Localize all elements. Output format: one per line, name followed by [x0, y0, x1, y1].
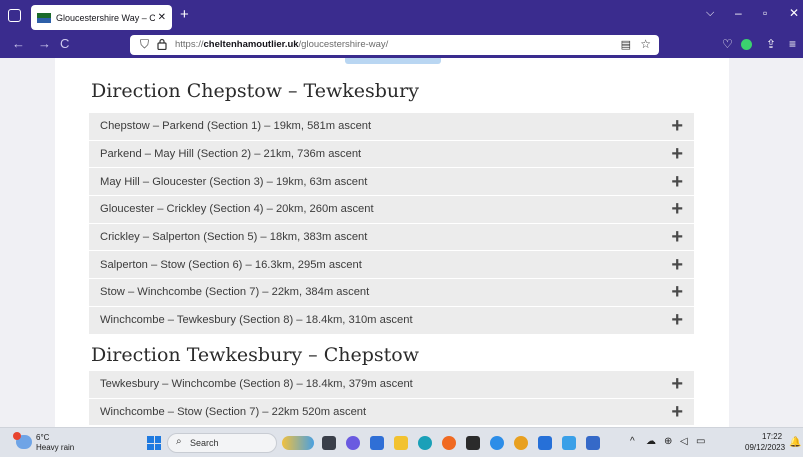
- plus-icon[interactable]: +: [671, 116, 683, 136]
- store-icon[interactable]: [538, 436, 552, 450]
- accordion-item[interactable]: Gloucester – Crickley (Section 4) – 20km…: [89, 196, 694, 224]
- windows-start-icon[interactable]: [147, 436, 161, 450]
- accordion-item-label: Winchcombe – Tewkesbury (Section 8) – 18…: [100, 314, 413, 327]
- share-icon[interactable]: ⇪: [766, 37, 776, 51]
- search-highlight-icon[interactable]: [282, 436, 314, 450]
- plus-icon[interactable]: +: [671, 227, 683, 247]
- file-explorer-icon[interactable]: [394, 436, 408, 450]
- plus-icon[interactable]: +: [671, 255, 683, 275]
- close-window-button[interactable]: ✕: [789, 6, 799, 20]
- search-label: Search: [190, 438, 219, 448]
- site-favicon-icon: [37, 12, 51, 23]
- accordion-item-label: Tewkesbury – Winchcombe (Section 8) – 18…: [100, 378, 413, 391]
- weather-alert-badge: [13, 432, 21, 440]
- chrome-icon[interactable]: [514, 436, 528, 450]
- accordion-item-label: Chepstow – Parkend (Section 1) – 19km, 5…: [100, 120, 372, 133]
- address-bar[interactable]: ⛉ https://cheltenhamoutlier.uk/glouceste…: [130, 35, 659, 55]
- accordion-item[interactable]: Chepstow – Parkend (Section 1) – 19km, 5…: [89, 113, 694, 141]
- plus-icon[interactable]: +: [671, 144, 683, 164]
- lock-icon[interactable]: [157, 38, 167, 50]
- accordion-item-label: Gloucester – Crickley (Section 4) – 20km…: [100, 203, 374, 216]
- page-content: Direction Chepstow – Tewkesbury Chepstow…: [55, 58, 729, 427]
- widgets-icon[interactable]: [370, 436, 384, 450]
- accordion-item[interactable]: Parkend – May Hill (Section 2) – 21km, 7…: [89, 140, 694, 169]
- plus-icon[interactable]: +: [671, 172, 683, 192]
- document-app-icon[interactable]: [562, 436, 576, 450]
- page-viewport: Direction Chepstow – Tewkesbury Chepstow…: [0, 58, 803, 427]
- app-menu-icon[interactable]: ≡: [789, 37, 796, 51]
- tab-overview-icon[interactable]: [8, 9, 21, 22]
- tab-close-icon[interactable]: ✕: [158, 12, 166, 23]
- accordion-item[interactable]: Winchcombe – Tewkesbury (Section 8) – 18…: [89, 306, 694, 335]
- app-icon-blue[interactable]: [490, 436, 504, 450]
- pocket-icon[interactable]: ♡: [722, 37, 733, 51]
- reader-view-icon[interactable]: ▤: [621, 38, 631, 51]
- plus-icon[interactable]: +: [671, 199, 683, 219]
- accordion-item-label: Crickley – Salperton (Section 5) – 18km,…: [100, 231, 368, 244]
- taskbar: 6°C Heavy rain ⌕ Search ^ ☁ ⊕ ◁ ▭ 17:22 …: [0, 427, 803, 457]
- weather-temperature[interactable]: 6°C: [36, 433, 49, 442]
- firefox-icon[interactable]: [442, 436, 456, 450]
- extension-icon[interactable]: [741, 39, 752, 50]
- maximize-button[interactable]: ▫: [763, 6, 767, 20]
- accordion-chepstow-tewkesbury: Chepstow – Parkend (Section 1) – 19km, 5…: [89, 113, 694, 335]
- accordion-item-label: Salperton – Stow (Section 6) – 16.3km, 2…: [100, 258, 362, 271]
- section-heading: Direction Chepstow – Tewkesbury: [91, 80, 419, 102]
- new-tab-button[interactable]: +: [180, 6, 189, 23]
- forward-arrow-icon[interactable]: →: [38, 36, 51, 51]
- bookmark-star-icon[interactable]: ☆: [640, 37, 651, 51]
- plus-icon[interactable]: +: [671, 402, 683, 422]
- battery-icon[interactable]: ▭: [696, 436, 705, 447]
- accordion-item-label: May Hill – Gloucester (Section 3) – 19km…: [100, 175, 368, 188]
- reload-icon[interactable]: C: [60, 36, 69, 51]
- teams-chat-icon[interactable]: [346, 436, 360, 450]
- top-button-partial[interactable]: [345, 58, 441, 64]
- tab-bar: Gloucestershire Way – Cheltenham Outlier…: [0, 0, 803, 32]
- accordion-item[interactable]: Crickley – Salperton (Section 5) – 18km,…: [89, 223, 694, 252]
- accordion-item[interactable]: May Hill – Gloucester (Section 3) – 19km…: [89, 168, 694, 197]
- taskbar-search-box[interactable]: ⌕ Search: [167, 433, 277, 453]
- clock-time[interactable]: 17:22: [762, 432, 782, 441]
- language-globe-icon[interactable]: ⊕: [664, 436, 672, 447]
- accordion-item-label: Stow – Winchcombe (Section 7) – 22km, 38…: [100, 286, 370, 299]
- notepad-icon[interactable]: [466, 436, 480, 450]
- list-all-tabs-icon[interactable]: ⌵: [706, 7, 714, 20]
- accordion-item[interactable]: Salperton – Stow (Section 6) – 16.3km, 2…: [89, 251, 694, 280]
- tray-overflow-chevron-icon[interactable]: ^: [630, 436, 635, 447]
- plus-icon[interactable]: +: [671, 282, 683, 302]
- plus-icon[interactable]: +: [671, 310, 683, 330]
- accordion-item[interactable]: Winchcombe – Stow (Section 7) – 22km 520…: [89, 398, 694, 427]
- task-view-icon[interactable]: [322, 436, 336, 450]
- navigation-bar: ← → C ⛉ https://cheltenhamoutlier.uk/glo…: [0, 32, 803, 58]
- volume-icon[interactable]: ◁: [680, 436, 688, 447]
- weather-condition[interactable]: Heavy rain: [36, 443, 74, 452]
- minimize-button[interactable]: –: [735, 6, 742, 20]
- tab-active[interactable]: Gloucestershire Way – Cheltenham Outlier…: [31, 5, 172, 30]
- search-icon: ⌕: [176, 436, 182, 447]
- edge-browser-icon[interactable]: [418, 436, 432, 450]
- accordion-item-label: Parkend – May Hill (Section 2) – 21km, 7…: [100, 148, 362, 161]
- tracking-shield-icon[interactable]: ⛉: [140, 37, 149, 52]
- back-arrow-icon[interactable]: ←: [12, 36, 25, 51]
- clock-date[interactable]: 09/12/2023: [745, 443, 785, 452]
- tab-title: Gloucestershire Way – Cheltenham Outlier: [56, 12, 155, 23]
- notification-bell-icon[interactable]: 🔔: [789, 437, 801, 448]
- plus-icon[interactable]: +: [671, 374, 683, 394]
- accordion-item[interactable]: Stow – Winchcombe (Section 7) – 22km, 38…: [89, 279, 694, 307]
- accordion-item[interactable]: Tewkesbury – Winchcombe (Section 8) – 18…: [89, 371, 694, 399]
- accordion-item-label: Winchcombe – Stow (Section 7) – 22km 520…: [100, 406, 367, 419]
- url-text[interactable]: https://cheltenhamoutlier.uk/gloucesters…: [175, 39, 388, 50]
- section-heading: Direction Tewkesbury – Chepstow: [91, 344, 419, 366]
- accordion-tewkesbury-chepstow: Tewkesbury – Winchcombe (Section 8) – 18…: [89, 371, 694, 427]
- photos-app-icon[interactable]: [586, 436, 600, 450]
- network-icon[interactable]: ☁: [646, 436, 656, 447]
